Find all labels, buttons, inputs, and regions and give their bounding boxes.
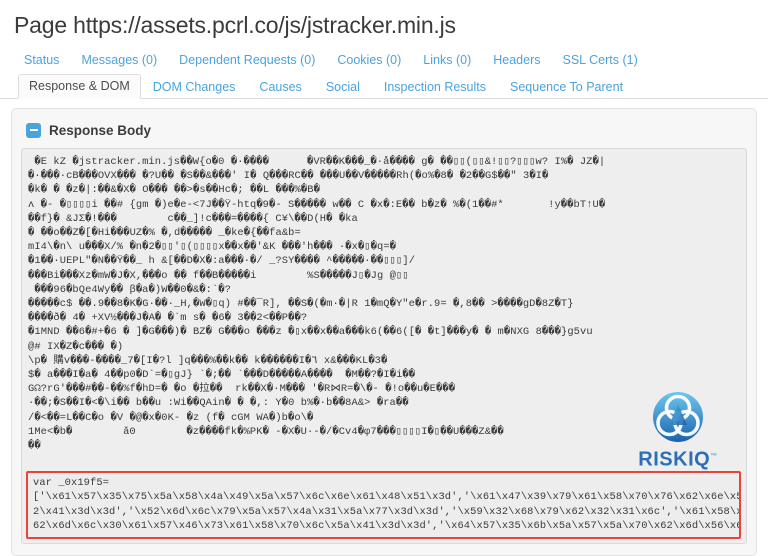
- tab-cookies[interactable]: Cookies (0): [326, 49, 412, 71]
- tab-inspection-results[interactable]: Inspection Results: [372, 76, 498, 99]
- response-body-panel: Response Body �E kZ �jstracker.min.js��W…: [11, 108, 757, 556]
- tab-sequence-to-parent[interactable]: Sequence To Parent: [498, 76, 635, 99]
- primary-tab-bar: Status Messages (0) Dependent Requests (…: [0, 49, 768, 71]
- secondary-tab-bar: Response & DOM DOM Changes Causes Social…: [0, 74, 768, 99]
- response-body-raw-text: �E kZ �jstracker.min.js��W{o�0 �·���� �V…: [28, 156, 606, 453]
- highlighted-code-snippet: var _0x19f5= ['\x61\x57\x35\x75\x5a\x58\…: [26, 471, 741, 539]
- tab-dom-changes[interactable]: DOM Changes: [141, 76, 248, 99]
- tab-messages[interactable]: Messages (0): [70, 49, 168, 71]
- tab-status[interactable]: Status: [18, 49, 70, 71]
- highlighted-code-text: var _0x19f5= ['\x61\x57\x35\x75\x5a\x58\…: [33, 477, 741, 532]
- panel-title: Response Body: [49, 122, 152, 138]
- response-body-content[interactable]: �E kZ �jstracker.min.js��W{o�0 �·���� �V…: [21, 148, 747, 544]
- trademark-symbol: ™: [710, 453, 718, 461]
- tab-social[interactable]: Social: [314, 76, 372, 99]
- response-body-panel-header[interactable]: Response Body: [26, 119, 747, 141]
- tab-links[interactable]: Links (0): [412, 49, 482, 71]
- tab-dependent-requests[interactable]: Dependent Requests (0): [168, 49, 326, 71]
- tab-response-and-dom[interactable]: Response & DOM: [18, 74, 141, 99]
- tab-ssl-certs[interactable]: SSL Certs (1): [551, 49, 648, 71]
- tab-headers[interactable]: Headers: [482, 49, 551, 71]
- tab-causes[interactable]: Causes: [247, 76, 313, 99]
- page-title: Page https://assets.pcrl.co/js/jstracker…: [14, 12, 456, 38]
- minus-icon[interactable]: [26, 122, 41, 138]
